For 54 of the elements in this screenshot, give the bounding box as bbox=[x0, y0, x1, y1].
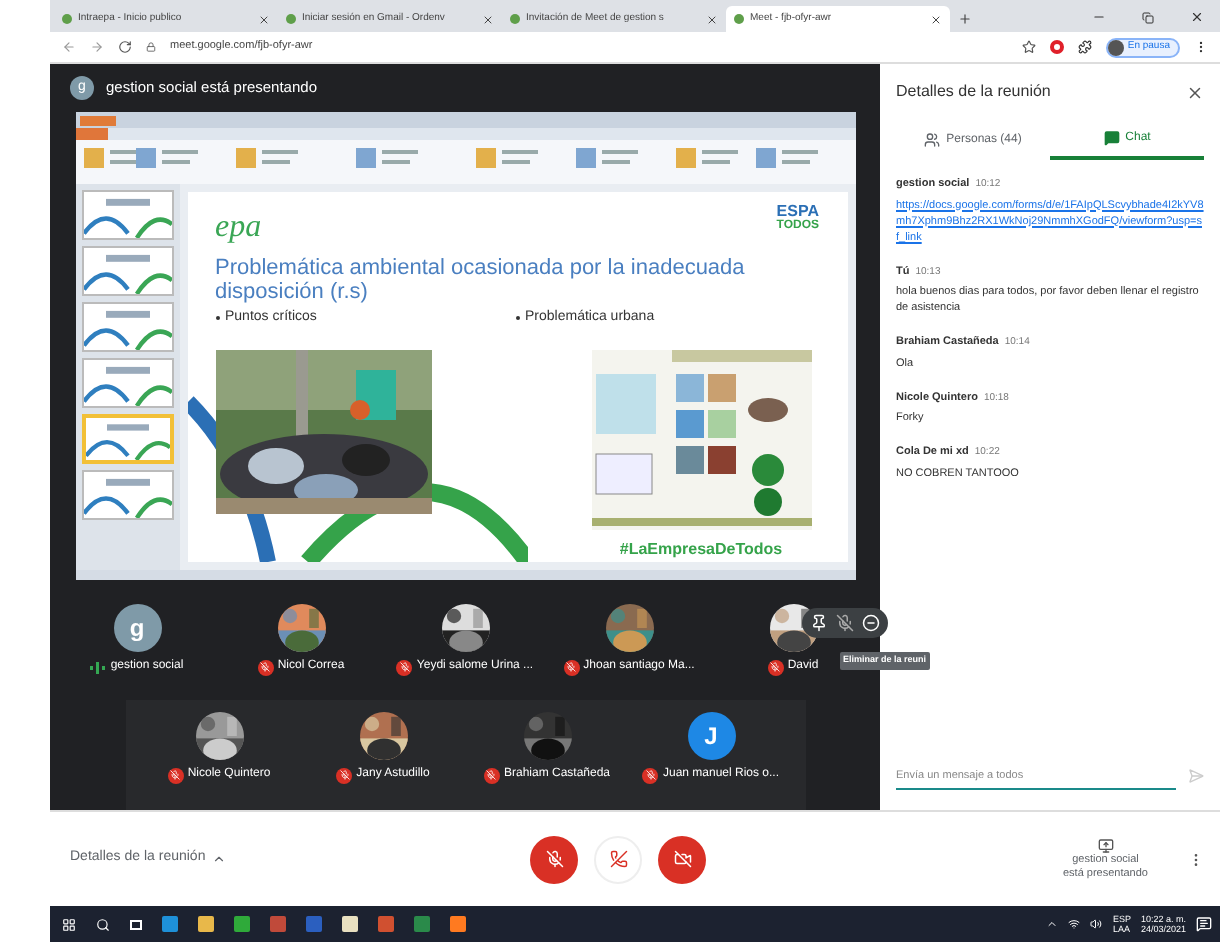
close-icon[interactable] bbox=[482, 13, 494, 25]
slide-thumbnail[interactable] bbox=[81, 302, 173, 352]
menu-icon[interactable] bbox=[1194, 40, 1208, 54]
camera-button[interactable] bbox=[658, 835, 706, 883]
close-icon[interactable] bbox=[1186, 83, 1204, 101]
favicon bbox=[286, 14, 296, 24]
slide-thumbnail[interactable] bbox=[81, 414, 173, 464]
volume-icon[interactable] bbox=[1090, 918, 1103, 930]
slide-thumbnail[interactable] bbox=[81, 358, 173, 408]
restore-icon[interactable] bbox=[1142, 11, 1154, 23]
avatar: g bbox=[113, 604, 161, 652]
hashtag: #LaEmpresaDeTodos bbox=[619, 537, 783, 561]
file-tab[interactable] bbox=[75, 128, 107, 140]
profile-avatar bbox=[1107, 39, 1124, 55]
pin-icon[interactable] bbox=[809, 614, 827, 632]
notifications-icon[interactable] bbox=[1196, 916, 1212, 932]
present-screen-icon bbox=[1097, 837, 1114, 853]
app-icon bbox=[79, 115, 115, 125]
slide-thumbnail[interactable] bbox=[81, 190, 173, 240]
back-icon[interactable] bbox=[62, 40, 76, 54]
lock-icon bbox=[146, 42, 156, 52]
mic-button[interactable] bbox=[530, 835, 578, 883]
mute-icon[interactable] bbox=[835, 614, 853, 632]
panel-title: Detalles de la reunión bbox=[896, 80, 1051, 104]
tray-caret-icon[interactable] bbox=[1046, 918, 1059, 930]
close-icon[interactable] bbox=[706, 13, 718, 25]
hang-up-button[interactable] bbox=[594, 835, 642, 883]
slide-title: Problemática ambiental ocasionada por la inadecuada disposición (r.s) bbox=[215, 256, 747, 304]
extensions-icon[interactable] bbox=[1077, 40, 1092, 54]
forward-icon[interactable] bbox=[90, 40, 104, 54]
slide-thumbnail[interactable] bbox=[81, 246, 173, 296]
remove-icon[interactable] bbox=[861, 614, 879, 632]
close-icon[interactable] bbox=[258, 13, 270, 25]
favicon bbox=[62, 14, 72, 24]
favicon bbox=[734, 14, 744, 24]
bookmark-icon[interactable] bbox=[1021, 40, 1036, 54]
new-tab-icon[interactable] bbox=[958, 12, 972, 26]
caret-icon bbox=[211, 852, 226, 866]
mic-off-icon bbox=[545, 850, 563, 868]
reload-icon[interactable] bbox=[118, 40, 132, 54]
people-icon bbox=[924, 132, 941, 148]
minimize-icon[interactable] bbox=[1092, 10, 1106, 24]
task-view-icon[interactable] bbox=[130, 919, 142, 929]
avatar: J bbox=[687, 712, 735, 760]
favicon bbox=[510, 14, 520, 24]
close-icon[interactable] bbox=[930, 13, 942, 25]
chat-icon bbox=[1103, 130, 1120, 146]
close-icon[interactable] bbox=[1190, 10, 1204, 24]
hang-up-icon bbox=[609, 850, 627, 868]
camera-off-icon bbox=[673, 850, 691, 868]
network-icon[interactable] bbox=[1068, 918, 1081, 930]
search-icon[interactable] bbox=[96, 917, 110, 931]
slide-thumbnail[interactable] bbox=[81, 470, 173, 520]
logo: epa bbox=[215, 208, 262, 248]
